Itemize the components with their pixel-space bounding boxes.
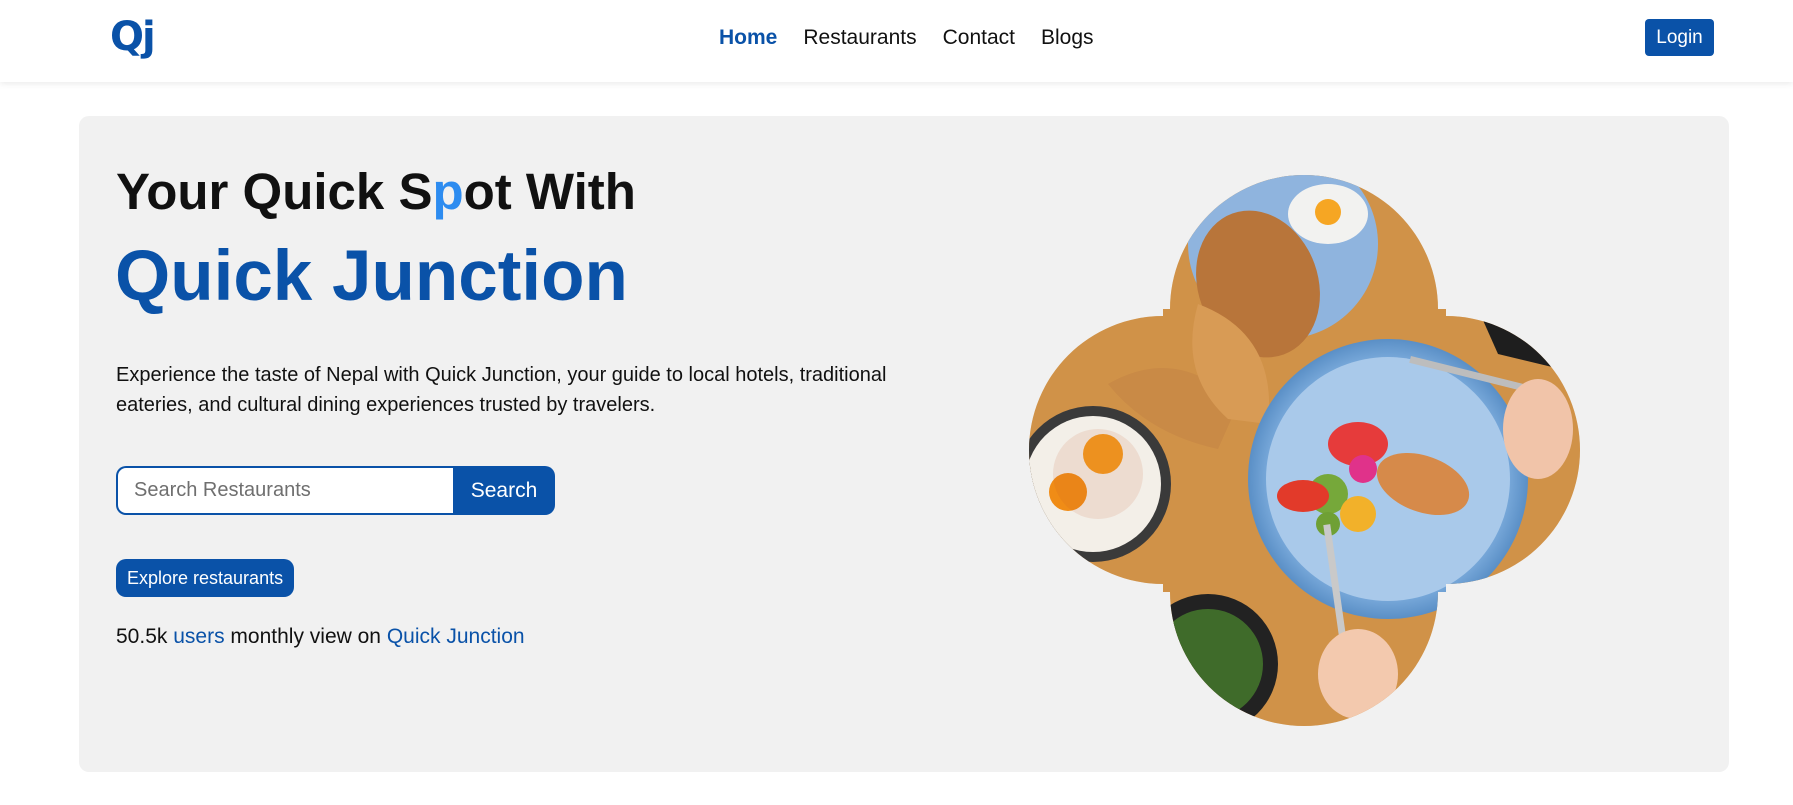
- search-button[interactable]: Search: [453, 466, 555, 515]
- explore-restaurants-button[interactable]: Explore restaurants: [116, 559, 295, 597]
- search-form: Search: [116, 466, 555, 515]
- nav-contact-link[interactable]: Contact: [943, 24, 1015, 52]
- site-logo[interactable]: Qj: [110, 14, 156, 60]
- main-nav: Home Restaurants Contact Blogs: [719, 24, 1094, 52]
- nav-home-link[interactable]: Home: [719, 24, 777, 52]
- hero-tagline-start: Your Quick S: [116, 163, 433, 220]
- login-button[interactable]: Login: [1645, 19, 1714, 56]
- nav-blogs-link[interactable]: Blogs: [1041, 24, 1094, 52]
- search-input[interactable]: [116, 466, 453, 515]
- hero-tagline: Your Quick Spot With: [116, 162, 636, 222]
- monthly-views-stat: 50.5k users monthly view on Quick Juncti…: [116, 623, 525, 651]
- hero-description: Experience the taste of Nepal with Quick…: [116, 364, 887, 416]
- stat-count: 50.5k: [116, 625, 168, 648]
- stat-site-link[interactable]: Quick Junction: [387, 625, 525, 648]
- typing-cursor-char: p: [432, 163, 464, 220]
- hero-title: Quick Junction: [115, 237, 628, 316]
- hero-section: Your Quick Spot With Quick Junction Expe…: [79, 116, 1729, 772]
- food-photo-image: [1029, 175, 1580, 726]
- navbar: Qj Home Restaurants Contact Blogs Login: [0, 0, 1793, 82]
- stat-users-link[interactable]: users: [173, 625, 224, 648]
- hero-tagline-end: ot With: [463, 163, 636, 220]
- nav-restaurants-link[interactable]: Restaurants: [803, 24, 916, 52]
- stat-middle-text: monthly view on: [230, 625, 381, 648]
